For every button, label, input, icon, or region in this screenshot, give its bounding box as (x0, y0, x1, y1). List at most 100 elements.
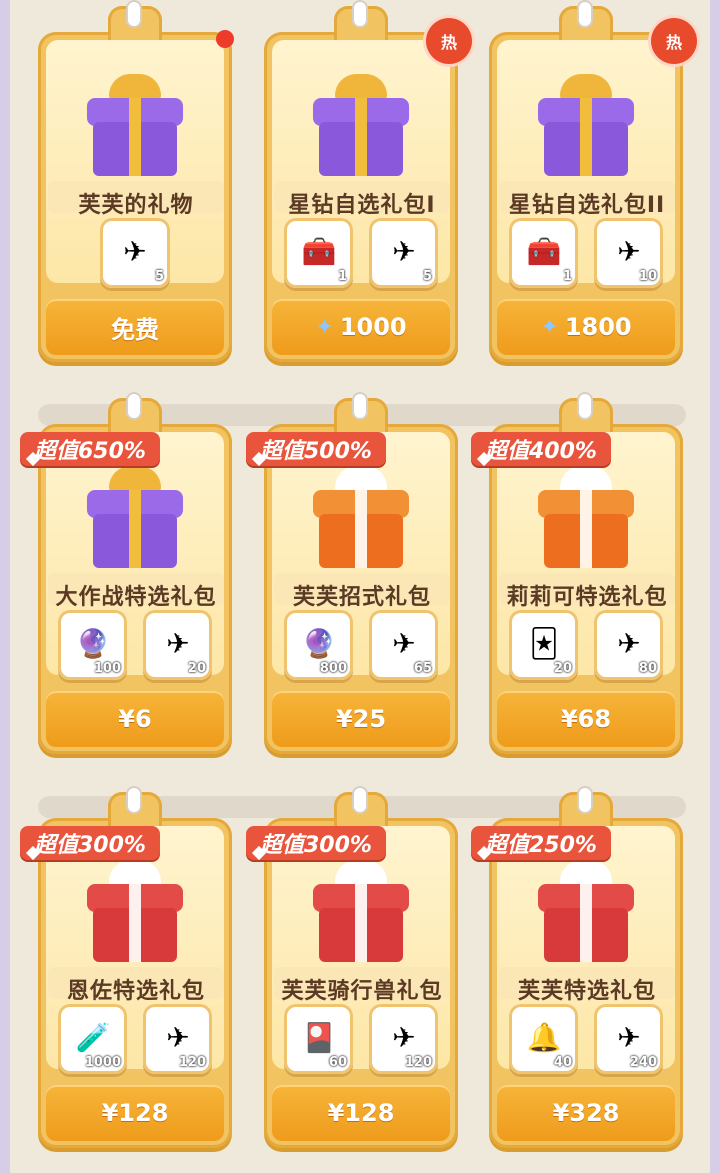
gift-card[interactable]: 芙芙的礼物 ✈ 5 免费 (38, 2, 234, 362)
paper-plane-icon: ✈ (392, 234, 416, 268)
gift-contents: 🧰 1 ✈ 10 (509, 218, 663, 290)
gift-contents: 🔔 40 ✈ 240 (509, 1004, 663, 1076)
gift-pack-title: 芙芙招式礼包 (292, 585, 431, 610)
reward-count: 800 (319, 661, 347, 676)
reward-item[interactable]: 🎴 60 (284, 1004, 353, 1074)
reward-count: 1000 (84, 1055, 121, 1070)
price-label: 免费 (111, 315, 159, 344)
reward-item[interactable]: 🧰 1 (284, 218, 353, 288)
reward-item[interactable]: 🧪 1000 (58, 1004, 127, 1074)
reward-item[interactable]: ✈ 120 (143, 1004, 212, 1074)
gift-box-icon (309, 74, 413, 178)
crystal-orb-icon: 🔮 (75, 626, 111, 660)
buy-button[interactable]: ¥128 (272, 1085, 450, 1141)
paper-plane-icon: ✈ (617, 626, 641, 660)
gift-ribbon (580, 98, 592, 176)
reward-item[interactable]: 🔮 100 (58, 610, 127, 680)
gift-card[interactable]: 莉莉可特选礼包 🃏 20 ✈ 80 ¥68 超值400% (471, 394, 683, 754)
hanger-hole (579, 394, 591, 418)
buy-button[interactable]: 免费 (46, 299, 224, 355)
gift-card[interactable]: 芙芙骑行兽礼包 🎴 60 ✈ 120 ¥128 超值300% (246, 788, 458, 1148)
reward-count: 65 (413, 661, 432, 676)
gift-card[interactable]: 芙芙特选礼包 🔔 40 ✈ 240 ¥328 超值250% (471, 788, 683, 1148)
gift-contents: 🎴 60 ✈ 120 (284, 1004, 438, 1076)
card-title-strip: 星钻自选礼包I (274, 181, 450, 218)
value-deal-banner: 超值300% (246, 826, 386, 860)
reward-item[interactable]: ✈ 80 (594, 610, 663, 680)
gift-card[interactable]: 大作战特选礼包 🔮 100 ✈ 20 ¥6 超值650% (20, 394, 232, 754)
reward-count: 120 (404, 1055, 432, 1070)
reward-count: 60 (328, 1055, 347, 1070)
price-label: ¥328 (552, 1099, 620, 1127)
reward-item[interactable]: ✈ 120 (369, 1004, 438, 1074)
gift-box-icon (309, 860, 413, 964)
notification-dot (216, 30, 234, 48)
gift-card[interactable]: 芙芙招式礼包 🔮 800 ✈ 65 ¥25 超值500% (246, 394, 458, 754)
gift-pack-title: 莉莉可特选礼包 (506, 585, 668, 610)
gift-card[interactable]: 星钻自选礼包II 🧰 1 ✈ 10 ✦ 1800 热 (489, 2, 697, 362)
reward-count: 240 (629, 1055, 657, 1070)
gift-contents: 🃏 20 ✈ 80 (509, 610, 663, 682)
gift-ribbon (355, 884, 367, 962)
gift-box-icon (534, 466, 638, 570)
reward-item[interactable]: ✈ 10 (594, 218, 663, 288)
hanger-hole (354, 788, 366, 812)
price-label: ¥128 (101, 1099, 169, 1127)
hanger-hole (128, 788, 140, 812)
paper-plane-icon: ✈ (392, 626, 416, 660)
buy-button[interactable]: ¥25 (272, 691, 450, 747)
reward-count: 120 (178, 1055, 206, 1070)
star-diamond-icon: ✦ (540, 314, 559, 340)
value-deal-banner: 超值250% (471, 826, 611, 860)
hot-badge: 热 (651, 18, 697, 64)
reward-item[interactable]: ✈ 240 (594, 1004, 663, 1074)
paper-plane-icon: ✈ (617, 234, 641, 268)
reward-item[interactable]: ✈ 65 (369, 610, 438, 680)
value-deal-banner: 超值500% (246, 432, 386, 466)
paper-plane-icon: ✈ (617, 1020, 641, 1054)
hanger-hole (579, 788, 591, 812)
card-title-strip: 大作战特选礼包 (48, 573, 224, 610)
reward-count: 5 (154, 269, 164, 284)
left-border (0, 0, 10, 1173)
buy-button[interactable]: ¥128 (46, 1085, 224, 1141)
paper-plane-icon: ✈ (392, 1020, 416, 1054)
paper-plane-icon: ✈ (123, 234, 147, 268)
paper-plane-icon: ✈ (166, 626, 190, 660)
gift-ribbon (580, 490, 592, 568)
reward-item[interactable]: ✈ 5 (100, 218, 170, 288)
gift-contents: 🔮 100 ✈ 20 (58, 610, 212, 682)
energy-capsule-icon: 🧪 (75, 1020, 111, 1054)
reward-item[interactable]: 🔮 800 (284, 610, 353, 680)
reward-count: 1 (337, 269, 347, 284)
hot-badge: 热 (426, 18, 472, 64)
gift-contents: 🧪 1000 ✈ 120 (58, 1004, 212, 1076)
buy-button[interactable]: ✦ 1000 (272, 299, 450, 355)
gift-pack-title: 恩佐特选礼包 (66, 979, 205, 1004)
reward-item[interactable]: 🔔 40 (509, 1004, 578, 1074)
gift-pack-title: 星钻自选礼包I (288, 193, 436, 218)
reward-count: 5 (422, 269, 432, 284)
hanger-hole (128, 2, 140, 26)
mount-card-icon: 🎴 (301, 1020, 337, 1054)
gift-card[interactable]: 恩佐特选礼包 🧪 1000 ✈ 120 ¥128 超值300% (20, 788, 232, 1148)
gift-ribbon (355, 98, 367, 176)
buy-button[interactable]: ¥328 (497, 1085, 675, 1141)
gift-pack-title: 芙芙骑行兽礼包 (281, 979, 443, 1004)
buy-button[interactable]: ¥6 (46, 691, 224, 747)
reward-item[interactable]: 🧰 1 (509, 218, 578, 288)
price-label: 1800 (564, 313, 632, 341)
reward-item[interactable]: ✈ 5 (369, 218, 438, 288)
buy-button[interactable]: ¥68 (497, 691, 675, 747)
hanger-hole (128, 394, 140, 418)
value-deal-banner: 超值300% (20, 826, 160, 860)
reward-count: 100 (93, 661, 121, 676)
gift-card[interactable]: 星钻自选礼包I 🧰 1 ✈ 5 ✦ 1000 热 (264, 2, 472, 362)
reward-count: 20 (553, 661, 572, 676)
gift-contents: 🧰 1 ✈ 5 (284, 218, 438, 290)
reward-item[interactable]: 🃏 20 (509, 610, 578, 680)
buy-button[interactable]: ✦ 1800 (497, 299, 675, 355)
price-label: 1000 (339, 313, 407, 341)
value-deal-banner: 超值650% (20, 432, 160, 466)
reward-item[interactable]: ✈ 20 (143, 610, 212, 680)
